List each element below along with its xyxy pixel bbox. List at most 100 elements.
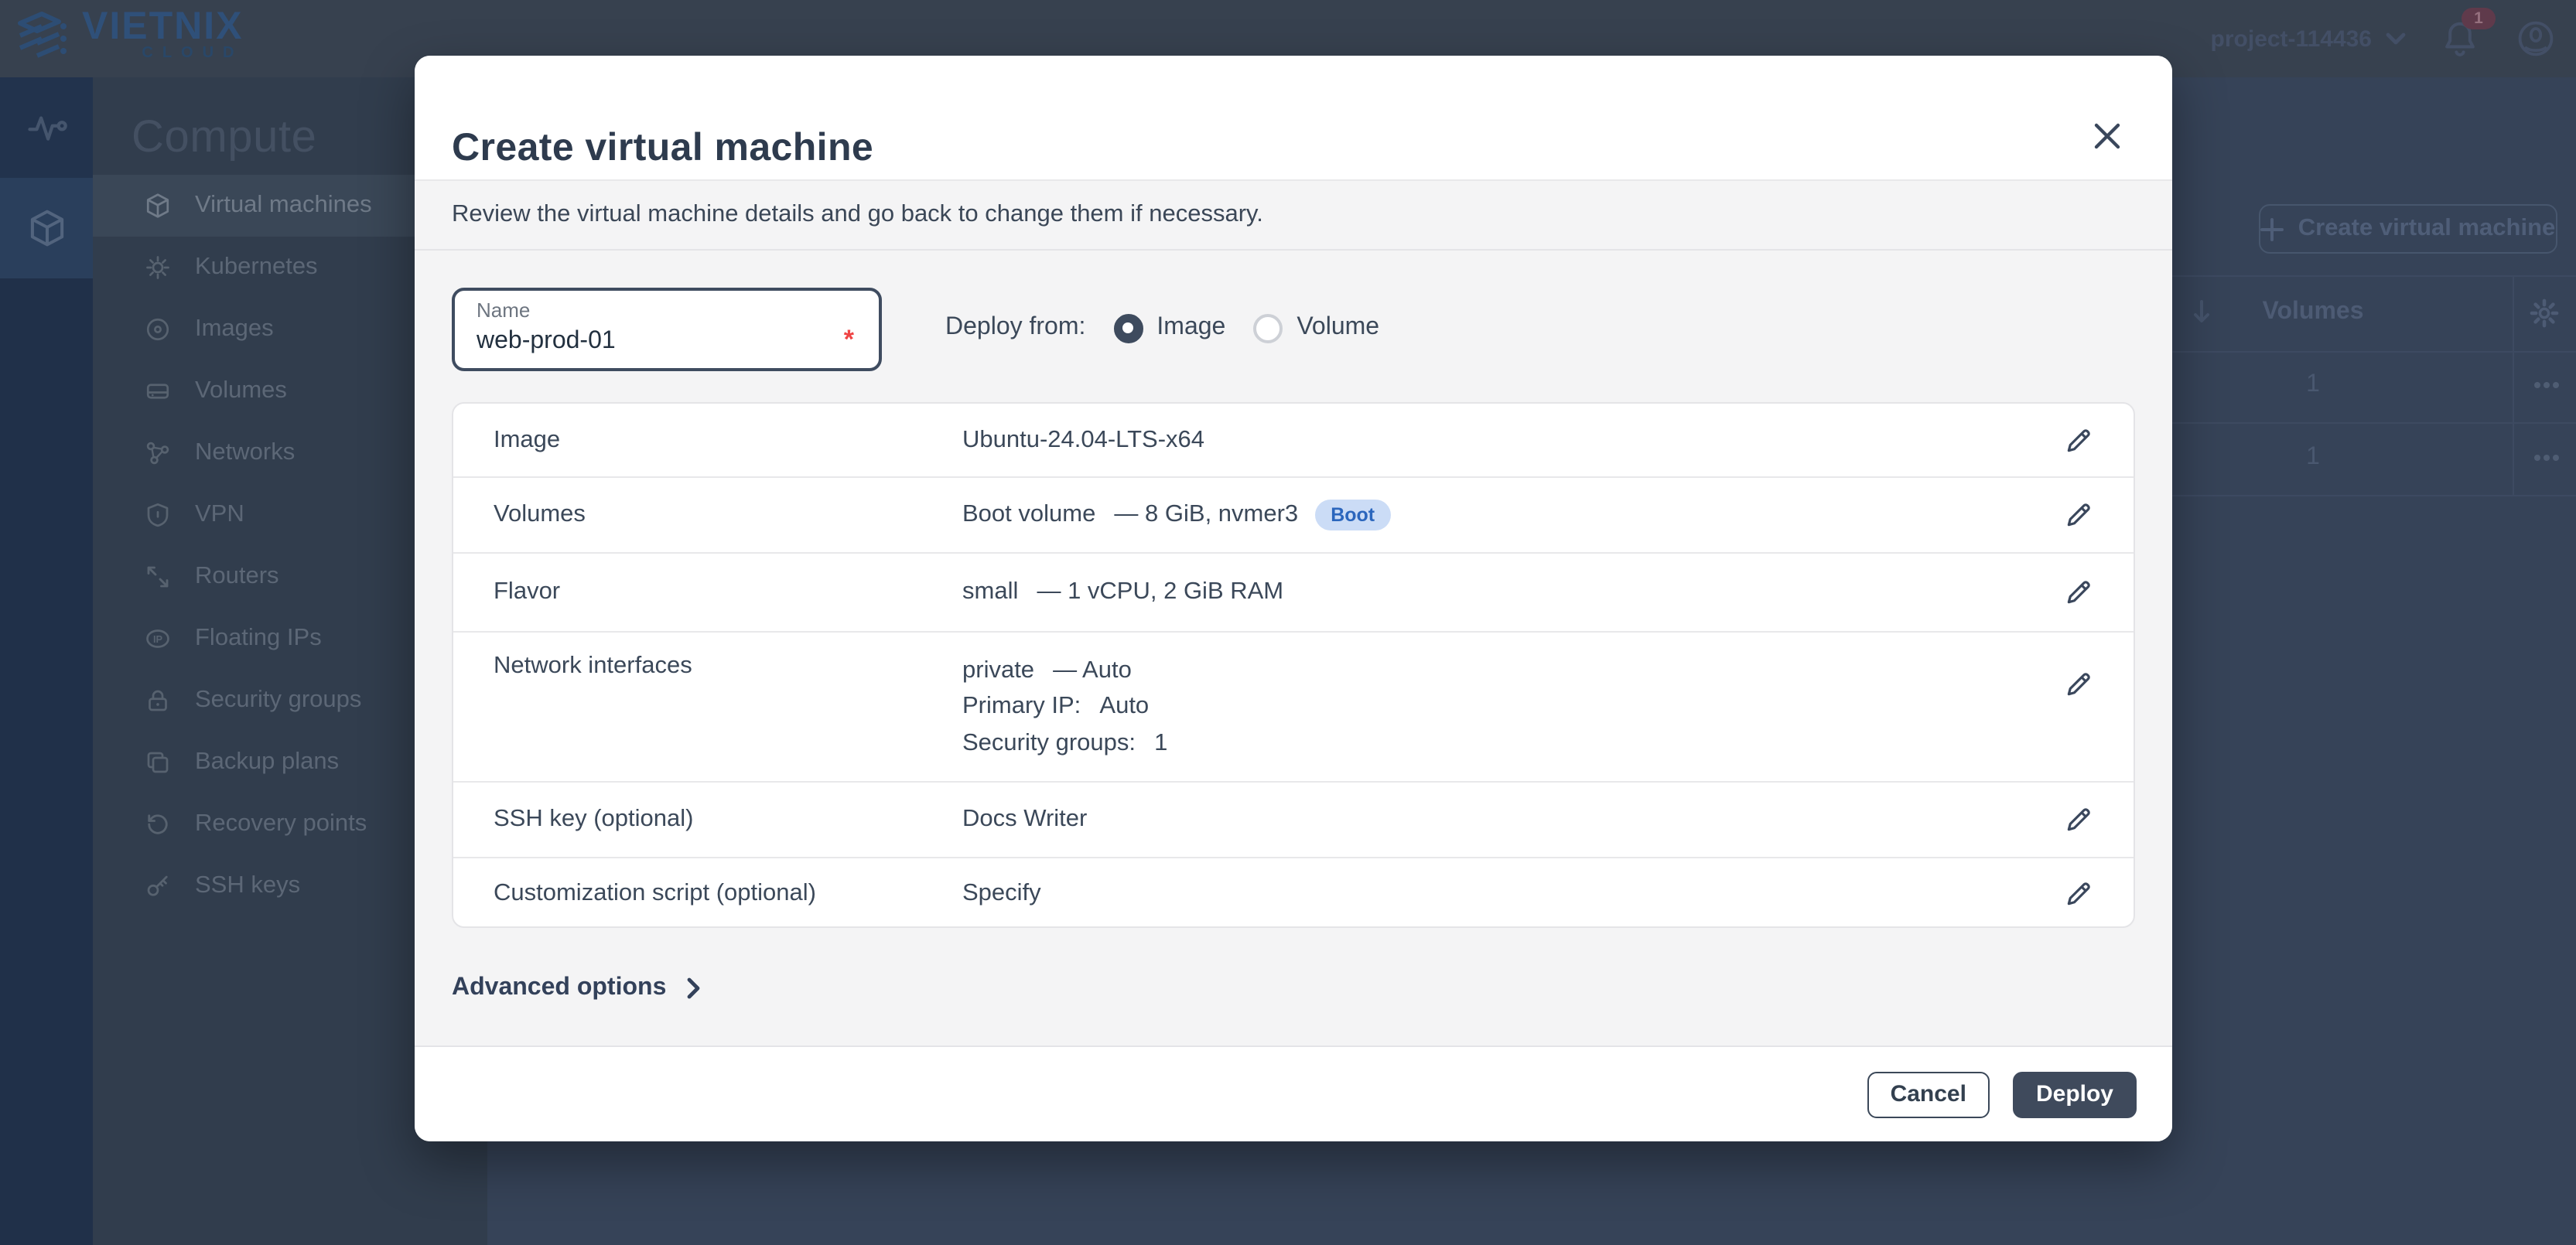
row-value: Boot volume — 8 GiB, nvmer3	[962, 501, 1298, 529]
sidebar-item-label: Backup plans	[195, 749, 339, 776]
modal-header: Create virtual machine	[415, 56, 2172, 181]
summary-row-image: Image Ubuntu-24.04-LTS-x64	[453, 404, 2134, 478]
network-line: Security groups: 1	[962, 725, 1167, 761]
sidebar-item-label: Security groups	[195, 687, 361, 715]
close-icon	[2093, 122, 2121, 150]
sidebar-item-label: Images	[195, 316, 274, 343]
row-value: Ubuntu-24.04-LTS-x64	[962, 426, 1204, 454]
cube-icon	[144, 192, 172, 220]
copy-icon	[144, 749, 172, 776]
deploy-button[interactable]: Deploy	[2013, 1071, 2137, 1117]
boot-badge: Boot	[1315, 500, 1390, 530]
top-bar-actions: project-114436 1	[2211, 0, 2554, 77]
edit-pencil-icon[interactable]	[2064, 669, 2093, 698]
restore-icon	[144, 810, 172, 838]
summary-row-customization-script: Customization script (optional) Specify	[453, 858, 2134, 929]
sidebar-item-label: Recovery points	[195, 810, 367, 838]
summary-row-ssh-key: SSH key (optional) Docs Writer	[453, 783, 2134, 858]
radio-option-volume[interactable]: Volume	[1253, 313, 1379, 343]
edit-pencil-icon[interactable]	[2064, 805, 2093, 834]
radio-unselected-icon[interactable]	[1253, 313, 1283, 343]
row-label: Flavor	[494, 578, 962, 605]
lock-icon	[144, 687, 172, 715]
rail-item-activity[interactable]	[0, 77, 93, 178]
kebab-menu-icon[interactable]	[2533, 453, 2561, 462]
activity-pulse-icon	[26, 107, 67, 148]
sidebar-item-label: SSH keys	[195, 872, 300, 900]
network-line: Primary IP: Auto	[962, 688, 1167, 725]
rail-item-compute[interactable]	[0, 178, 93, 278]
shield-icon	[144, 501, 172, 529]
kebab-menu-icon[interactable]	[2533, 380, 2561, 390]
column-header-volumes[interactable]: Volumes	[2189, 298, 2437, 326]
edit-pencil-icon[interactable]	[2064, 577, 2093, 606]
name-field[interactable]: Name web-prod-01 *	[452, 288, 882, 371]
svg-text:IP: IP	[153, 633, 163, 645]
row-label: Image	[494, 426, 962, 454]
row-label: Customization script (optional)	[494, 879, 962, 907]
name-field-label: Name	[477, 298, 530, 322]
sidebar-item-label: Virtual machines	[195, 192, 372, 220]
sidebar-heading: Compute	[132, 113, 317, 164]
notifications-button[interactable]: 1	[2443, 20, 2480, 57]
row-label: Network interfaces	[494, 652, 962, 680]
row-value: Docs Writer	[962, 806, 1087, 834]
vietnix-logo[interactable]: VIETNIX CLOUD	[12, 8, 244, 67]
chevron-down-icon	[2386, 32, 2406, 46]
page: VIETNIX CLOUD project-114436 1	[0, 0, 2576, 1245]
sidebar-item-label: Kubernetes	[195, 254, 318, 281]
name-field-value: web-prod-01	[477, 328, 616, 356]
wheel-icon	[144, 254, 172, 281]
row-value: Specify	[962, 879, 1041, 907]
row-label: Volumes	[494, 501, 962, 529]
icon-rail	[0, 77, 93, 1245]
radio-option-label: Volume	[1297, 314, 1379, 342]
create-virtual-machine-button[interactable]: Create virtual machine	[2259, 204, 2557, 254]
project-selector[interactable]: project-114436	[2211, 26, 2406, 52]
radio-option-image[interactable]: Image	[1113, 313, 1225, 343]
volumes-cell: 1	[2189, 444, 2437, 472]
sidebar-item-label: Networks	[195, 439, 295, 467]
gear-icon[interactable]	[2528, 297, 2561, 329]
edit-pencil-icon[interactable]	[2064, 425, 2093, 455]
key-icon	[144, 872, 172, 900]
logo-primary-text: VIETNIX	[82, 8, 244, 45]
arrows-exchange-icon	[144, 563, 172, 591]
create-vm-modal: Create virtual machine Review the virtua…	[415, 56, 2172, 1141]
sidebar-item-label: Floating IPs	[195, 625, 322, 653]
cancel-button[interactable]: Cancel	[1867, 1071, 1990, 1117]
vietnix-logo-icon	[12, 8, 71, 67]
close-button[interactable]	[2090, 119, 2124, 153]
drive-icon	[144, 377, 172, 405]
nodes-icon	[144, 439, 172, 467]
volumes-cell: 1	[2189, 371, 2437, 399]
summary-row-network-interfaces: Network interfaces private — Auto Primar…	[453, 632, 2134, 783]
deploy-from-group: Deploy from: Image Volume	[945, 303, 1379, 353]
chevron-right-icon	[686, 977, 700, 999]
advanced-options-toggle[interactable]: Advanced options	[452, 974, 700, 1002]
ip-circle-icon: IP	[144, 625, 172, 653]
account-avatar[interactable]	[2517, 20, 2554, 57]
modal-title: Create virtual machine	[452, 126, 873, 171]
cube-icon	[26, 207, 67, 249]
edit-pencil-icon[interactable]	[2064, 500, 2093, 530]
edit-pencil-icon[interactable]	[2064, 878, 2093, 908]
plus-icon	[2261, 217, 2284, 240]
modal-footer: Cancel Deploy	[415, 1045, 2172, 1141]
summary-row-flavor: Flavor small — 1 vCPU, 2 GiB RAM	[453, 553, 2134, 632]
review-text: Review the virtual machine details and g…	[452, 200, 1263, 228]
required-asterisk: *	[844, 325, 854, 356]
notification-badge: 1	[2462, 8, 2496, 29]
sidebar-item-label: Volumes	[195, 377, 287, 405]
summary-row-volumes: Volumes Boot volume — 8 GiB, nvmer3 Boot	[453, 478, 2134, 553]
summary-card: Image Ubuntu-24.04-LTS-x64 Volumes Boot …	[452, 402, 2135, 928]
radio-selected-icon[interactable]	[1113, 313, 1143, 343]
advanced-options-label: Advanced options	[452, 974, 666, 1002]
deploy-from-label: Deploy from:	[945, 314, 1085, 342]
row-label: SSH key (optional)	[494, 806, 962, 834]
radio-option-label: Image	[1156, 314, 1225, 342]
network-line: private — Auto	[962, 652, 1167, 688]
column-divider	[2513, 275, 2514, 496]
create-virtual-machine-label: Create virtual machine	[2298, 215, 2556, 243]
row-value: small — 1 vCPU, 2 GiB RAM	[962, 578, 1283, 605]
